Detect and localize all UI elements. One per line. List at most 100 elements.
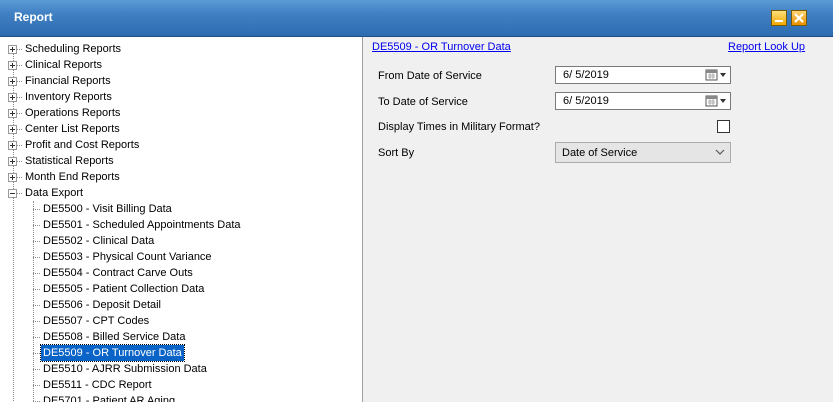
plus-icon[interactable] [8,61,17,70]
tree-connector [17,177,22,178]
tree-connector [33,241,40,242]
tree-child-label[interactable]: DE5500 - Visit Billing Data [41,201,174,217]
tree-group-label[interactable]: Scheduling Reports [23,41,123,57]
tree-child-row[interactable]: DE5507 - CPT Codes [0,313,360,329]
tree-child-row[interactable]: DE5503 - Physical Count Variance [0,249,360,265]
tree-child-label[interactable]: DE5501 - Scheduled Appointments Data [41,217,243,233]
to-date-label: To Date of Service [378,96,468,108]
from-date-picker[interactable]: 6/ 5/2019 [555,66,731,84]
tree-group-row[interactable]: Financial Reports [0,73,360,89]
to-date-picker[interactable]: 6/ 5/2019 [555,92,731,110]
tree-child-label[interactable]: DE5506 - Deposit Detail [41,297,163,313]
tree-group-label[interactable]: Financial Reports [23,73,113,89]
tree-group-row[interactable]: Statistical Reports [0,153,360,169]
tree-connector [17,161,22,162]
tree-connector [17,129,22,130]
tree-group-row[interactable]: Scheduling Reports [0,41,360,57]
plus-icon[interactable] [8,125,17,134]
plus-icon[interactable] [8,93,17,102]
military-format-checkbox[interactable] [717,120,730,133]
tree-child-label[interactable]: DE5504 - Contract Carve Outs [41,265,195,281]
tree-child-label[interactable]: DE5502 - Clinical Data [41,233,156,249]
tree-child-label[interactable]: DE5701 - Patient AR Aging [41,393,177,402]
tree-connector [33,289,40,290]
tree-child-row[interactable]: DE5500 - Visit Billing Data [0,201,360,217]
tree-group-row[interactable]: Profit and Cost Reports [0,137,360,153]
tree-child-label[interactable]: DE5507 - CPT Codes [41,313,151,329]
tree-child-label[interactable]: DE5510 - AJRR Submission Data [41,361,209,377]
tree-connector [33,369,40,370]
plus-icon[interactable] [8,77,17,86]
tree-connector [33,321,40,322]
tree-child-selected[interactable]: DE5509 - OR Turnover Data [40,344,185,362]
plus-icon[interactable] [8,45,17,54]
tree-group-row[interactable]: Month End Reports [0,169,360,185]
chevron-down-icon [715,149,725,155]
to-date-value: 6/ 5/2019 [563,95,609,107]
close-icon[interactable] [791,10,807,26]
tree-group-row[interactable]: Inventory Reports [0,89,360,105]
tree-connector [33,337,40,338]
tree-connector [33,225,40,226]
tree-connector [17,145,22,146]
tree-group-label[interactable]: Center List Reports [23,121,122,137]
from-date-label: From Date of Service [378,70,482,82]
plus-icon[interactable] [8,157,17,166]
tree-group-row[interactable]: Operations Reports [0,105,360,121]
tree-group-label[interactable]: Clinical Reports [23,57,104,73]
calendar-icon[interactable] [705,95,727,107]
tree-group-row[interactable]: Center List Reports [0,121,360,137]
sort-by-select[interactable]: Date of Service [555,142,731,163]
title-bar: Report [0,0,833,37]
tree-group-row[interactable]: Clinical Reports [0,57,360,73]
tree-connector [17,97,22,98]
tree-child-row[interactable]: DE5504 - Contract Carve Outs [0,265,360,281]
tree-connector [17,193,22,194]
military-format-label: Display Times in Military Format? [378,121,540,133]
calendar-icon[interactable] [705,69,727,81]
tree-child-label[interactable]: DE5503 - Physical Count Variance [41,249,214,265]
tree-connector [33,201,34,402]
tree-child-label[interactable]: DE5508 - Billed Service Data [41,329,187,345]
tree-connector [33,385,40,386]
tree-connector [17,113,22,114]
tree-group-label[interactable]: Profit and Cost Reports [23,137,141,153]
tree-connector [17,81,22,82]
tree-group-label[interactable]: Statistical Reports [23,153,116,169]
tree-connector [33,209,40,210]
minimize-icon[interactable] [771,10,787,26]
tree-child-row[interactable]: DE5505 - Patient Collection Data [0,281,360,297]
tree-connector [33,305,40,306]
tree-child-row[interactable]: DE5506 - Deposit Detail [0,297,360,313]
tree-child-row[interactable]: DE5510 - AJRR Submission Data [0,361,360,377]
tree-group-label[interactable]: Operations Reports [23,105,122,121]
report-title-link[interactable]: DE5509 - OR Turnover Data [372,41,511,53]
tree-group-label[interactable]: Data Export [23,185,85,201]
report-tree[interactable]: Scheduling Reports Clinical Reports Financ… [0,37,363,402]
window-title: Report [14,10,53,24]
sort-by-label: Sort By [378,147,415,159]
tree-connector [33,353,40,354]
tree-child-row[interactable]: DE5508 - Billed Service Data [0,329,360,345]
tree-child-row[interactable]: DE5701 - Patient AR Aging [0,393,360,402]
plus-icon[interactable] [8,141,17,150]
tree-group-row[interactable]: Data Export [0,185,360,201]
tree-child-row[interactable]: DE5501 - Scheduled Appointments Data [0,217,360,233]
tree-group-label[interactable]: Month End Reports [23,169,122,185]
plus-icon[interactable] [8,173,17,182]
tree-child-row[interactable]: DE5502 - Clinical Data [0,233,360,249]
tree-child-label[interactable]: DE5511 - CDC Report [41,377,154,393]
tree-connector [33,257,40,258]
tree-child-row[interactable]: DE5509 - OR Turnover Data [0,344,360,362]
tree-connector [17,49,22,50]
report-panel: DE5509 - OR Turnover Data Report Look Up… [363,37,833,402]
report-lookup-link[interactable]: Report Look Up [728,41,805,53]
sort-by-value: Date of Service [562,147,638,159]
tree-child-label[interactable]: DE5505 - Patient Collection Data [41,281,206,297]
from-date-value: 6/ 5/2019 [563,69,609,81]
tree-connector [17,65,22,66]
tree-connector [33,273,40,274]
tree-child-row[interactable]: DE5511 - CDC Report [0,377,360,393]
tree-group-label[interactable]: Inventory Reports [23,89,114,105]
plus-icon[interactable] [8,109,17,118]
